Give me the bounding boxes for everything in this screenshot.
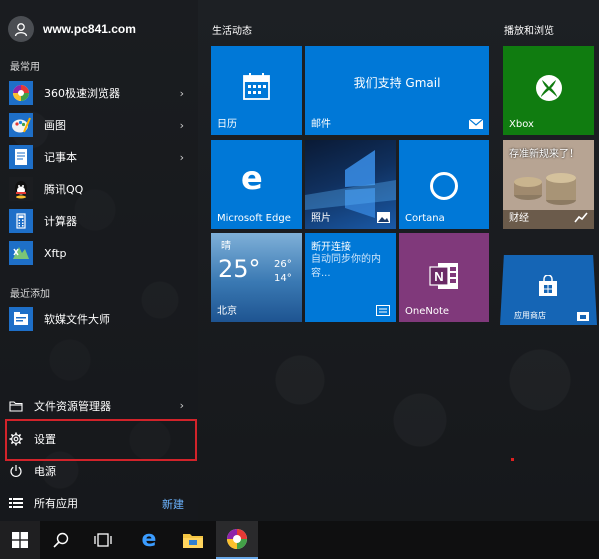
tile-weather[interactable]: 晴 25° 26° 14° 北京: [211, 233, 302, 322]
app-file-master[interactable]: 软媒文件大师: [8, 305, 188, 333]
tile-edge[interactable]: e Microsoft Edge: [211, 140, 302, 229]
news-icon: [376, 305, 390, 316]
app-360-browser[interactable]: 360极速浏览器 ›: [8, 79, 188, 107]
notepad-icon: [8, 144, 34, 170]
mail-headline: 我们支持 Gmail: [353, 76, 441, 90]
weather-low: 14°: [274, 273, 292, 284]
tile-calendar[interactable]: 日历: [211, 46, 302, 135]
task-view-button[interactable]: [84, 521, 122, 559]
app-label: 软媒文件大师: [44, 313, 110, 326]
search-icon: [53, 532, 69, 548]
tile-store-label: 应用商店: [514, 311, 546, 320]
app-label: 360极速浏览器: [44, 87, 120, 100]
new-link[interactable]: 新建: [162, 496, 184, 512]
taskbar-file-explorer[interactable]: [172, 521, 214, 559]
tile-onenote[interactable]: N OneNote: [399, 233, 489, 322]
weather-temp: 25°: [218, 255, 261, 283]
most-used-heading: 最常用: [10, 62, 40, 73]
group-play-title: 播放和浏览: [504, 26, 554, 37]
tile-photos-label: 照片: [311, 213, 331, 224]
app-label: Xftp: [44, 246, 67, 260]
app-label: 计算器: [44, 215, 77, 228]
file-explorer-icon: [183, 534, 203, 548]
mail-icon: [469, 119, 483, 129]
user-account[interactable]: www.pc841.com: [8, 16, 136, 42]
onenote-icon: N: [429, 263, 458, 289]
store-badge-icon: [577, 312, 589, 321]
tile-connect[interactable]: 断开连接 自动同步你的内容...: [305, 233, 396, 322]
chevron-right-icon[interactable]: ›: [180, 399, 184, 412]
tile-xbox[interactable]: Xbox: [503, 46, 594, 135]
tile-xbox-label: Xbox: [509, 119, 534, 130]
file-master-icon: [8, 306, 34, 332]
recently-added-heading: 最近添加: [10, 289, 50, 300]
xbox-icon: [536, 75, 562, 101]
tile-onenote-label: OneNote: [405, 306, 450, 317]
chart-icon: [574, 212, 588, 223]
tile-cortana-label: Cortana: [405, 213, 445, 224]
app-label: 记事本: [44, 151, 77, 164]
weather-condition: 晴: [221, 241, 231, 252]
calendar-icon: [243, 73, 270, 100]
cursor-dot: [511, 458, 514, 461]
app-xftp[interactable]: Xftp: [8, 239, 188, 267]
tile-mail[interactable]: 我们支持 Gmail 邮件: [305, 46, 489, 135]
photo-icon: [377, 212, 390, 223]
weather-city: 北京: [217, 306, 237, 317]
tile-photos[interactable]: 照片: [305, 140, 396, 229]
app-notepad[interactable]: 记事本 ›: [8, 143, 188, 171]
file-explorer-label: 文件资源管理器: [34, 400, 111, 413]
tile-mail-label: 邮件: [311, 119, 331, 130]
user-name: www.pc841.com: [43, 22, 136, 36]
store-bag-icon: [539, 275, 557, 296]
start-icon: [12, 532, 28, 548]
connect-body: 自动同步你的内容...: [311, 254, 381, 279]
all-apps-item[interactable]: 所有应用: [8, 491, 188, 515]
360-browser-icon: [227, 529, 247, 549]
taskbar: e: [0, 521, 599, 559]
paint-icon: [8, 112, 34, 138]
tile-cortana[interactable]: Cortana: [399, 140, 489, 229]
edge-icon: e: [141, 527, 157, 552]
user-avatar-icon: [8, 16, 34, 42]
taskbar-edge[interactable]: e: [128, 521, 170, 559]
xftp-icon: [8, 240, 34, 266]
finance-headline: 存准新规来了！: [509, 149, 579, 160]
start-button[interactable]: [0, 521, 40, 559]
power-icon: [8, 463, 24, 479]
chevron-right-icon[interactable]: ›: [180, 151, 184, 164]
file-explorer-item[interactable]: 文件资源管理器 ›: [8, 394, 188, 418]
tile-calendar-label: 日历: [217, 119, 237, 130]
tile-edge-label: Microsoft Edge: [217, 213, 291, 224]
all-apps-label: 所有应用: [34, 497, 78, 510]
360-browser-icon: [8, 80, 34, 106]
app-label: 画图: [44, 119, 66, 132]
weather-high: 26°: [274, 259, 292, 270]
folder-icon: [8, 398, 24, 414]
taskbar-360-browser[interactable]: [216, 521, 258, 559]
settings-highlight-box: [5, 419, 197, 461]
svg-text:N: N: [434, 269, 443, 284]
power-item[interactable]: 电源: [8, 459, 188, 483]
group-life-title: 生活动态: [212, 26, 252, 37]
app-qq[interactable]: 腾讯QQ: [8, 175, 188, 203]
list-icon: [8, 495, 24, 511]
chevron-right-icon[interactable]: ›: [180, 87, 184, 100]
app-paint[interactable]: 画图 ›: [8, 111, 188, 139]
calculator-icon: [8, 208, 34, 234]
tile-finance-label: 财经: [509, 213, 529, 224]
edge-icon: e: [241, 159, 263, 197]
tile-finance[interactable]: 存准新规来了！ 财经: [503, 140, 594, 229]
app-label: 腾讯QQ: [44, 183, 84, 196]
cortana-icon: [430, 172, 458, 200]
power-label: 电源: [34, 465, 56, 478]
qq-icon: [8, 176, 34, 202]
task-view-icon: [94, 533, 112, 547]
search-button[interactable]: [42, 521, 80, 559]
connect-title: 断开连接: [311, 242, 351, 253]
app-calculator[interactable]: 计算器: [8, 207, 188, 235]
chevron-right-icon[interactable]: ›: [180, 119, 184, 132]
tile-store[interactable]: 应用商店: [500, 255, 597, 325]
